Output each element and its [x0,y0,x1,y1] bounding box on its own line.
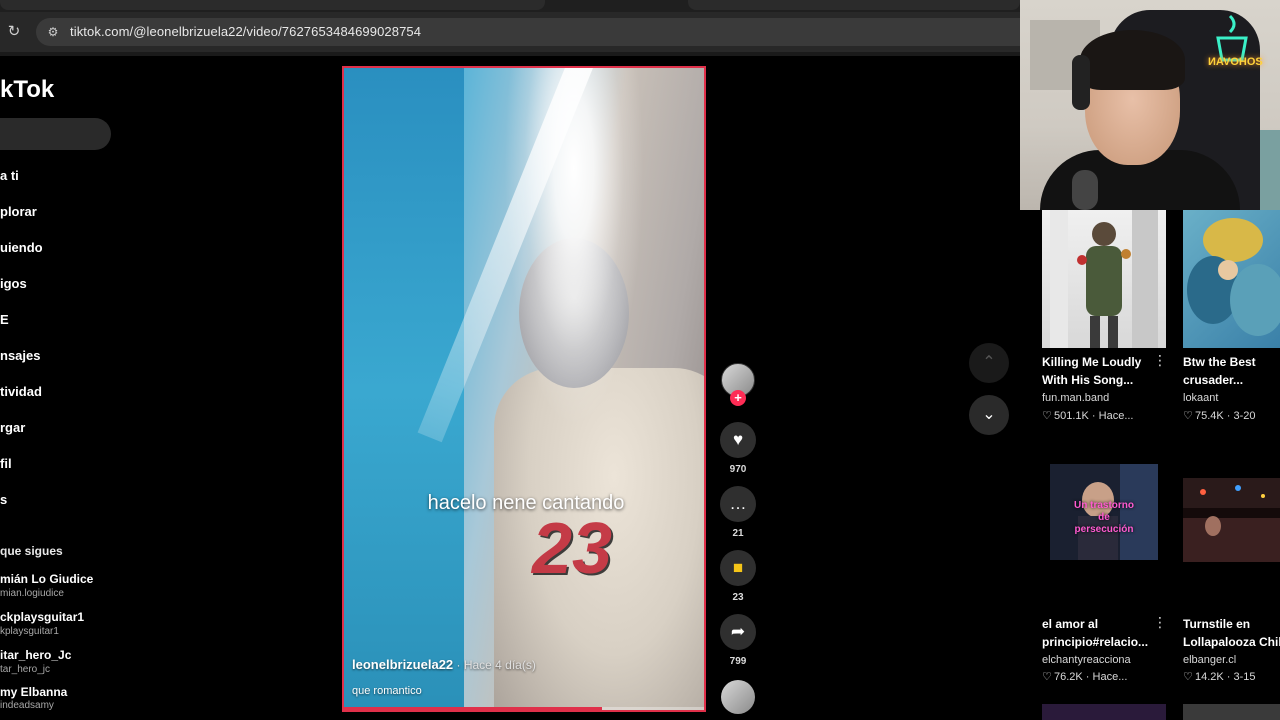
rec-thumbnail-image [1187,218,1280,336]
video-text-overlay: hacelo nene cantando [427,492,625,514]
following-account-handle: tar_hero_jc [0,664,51,675]
rec-thumbnail-overlay-text: Un trastorno de persecución [1074,500,1134,535]
rec-author[interactable]: lokaant [1183,392,1218,404]
comment-button[interactable]: … [720,486,756,522]
rec-thumbnail-image [1183,478,1280,562]
next-video-button[interactable]: ⌄ [969,395,1009,435]
search-input[interactable] [0,118,111,150]
video-description: que romantico [352,685,422,697]
rec-meta-text: 14.2K · 3-15 [1195,671,1256,683]
like-count: 970 [729,464,747,475]
rec-meta-text: 76.2K · Hace... [1054,671,1128,683]
share-icon: ➦ [730,622,746,641]
rec-title[interactable]: Btw the Best crusader... [1183,353,1280,389]
tab-other[interactable] [688,0,1020,10]
nav-more[interactable]: s [0,492,7,507]
rec-thumbnail[interactable] [1042,704,1166,720]
following-account-handle: kplaysguitar1 [0,626,59,637]
bookmark-button[interactable]: ■ [720,550,756,586]
nav-for-you[interactable]: a ti [0,168,19,183]
following-account-name[interactable]: itar_hero_Jc [0,648,71,662]
follow-plus-icon[interactable]: + [730,390,746,406]
rec-meta: ♡ 14.2K · 3-15 [1183,670,1256,683]
rec-thumbnail[interactable] [1183,704,1280,720]
following-account-name[interactable]: my Elbanna [0,685,67,699]
video-author[interactable]: leonelbrizuela22 · Hace 4 día(s) [352,657,536,672]
nav-friends[interactable]: igos [0,276,27,291]
webcam-neon-cup [1216,14,1248,62]
more-options-icon[interactable]: ⋮ [1153,352,1167,369]
bookmark-count: 23 [732,592,744,603]
following-account-handle: indeadsamy [0,700,54,711]
screen: ↻ ⚙ tiktok.com/@leonelbrizuela22/video/7… [0,0,1280,720]
rec-author[interactable]: elbanger.cl [1183,654,1236,666]
heart-icon: ♡ [1042,671,1052,683]
rec-meta: ♡ 76.2K · Hace... [1042,670,1127,683]
sound-disc-avatar[interactable] [721,680,755,714]
site-info-icon[interactable]: ⚙ [45,24,61,40]
nav-profile[interactable]: fil [0,456,12,471]
tab-strip [0,0,1020,12]
webcam-microphone [1072,170,1098,210]
video-progress-fill [344,707,603,710]
rec-title[interactable]: Killing Me Loudly With His Song... [1042,353,1150,389]
toolbar-divider [0,52,1020,56]
video-player[interactable]: 23 hacelo nene cantando leonelbrizuela22… [342,66,706,712]
chevron-up-icon: ⌃ [982,354,996,371]
rec-thumbnail[interactable] [1183,210,1280,348]
rec-meta-text: 75.4K · 3-20 [1195,410,1256,422]
rec-thumbnail[interactable] [1042,210,1166,348]
webcam-person-hair [1080,30,1185,90]
reload-icon[interactable]: ↻ [5,23,23,41]
video-progress-bar[interactable] [344,707,704,710]
following-account-handle: mian.logiudice [0,588,64,599]
like-button[interactable]: ♥ [720,422,756,458]
address-bar[interactable]: ⚙ tiktok.com/@leonelbrizuela22/video/762… [36,18,1020,46]
rec-title[interactable]: el amor al principio#relacio... [1042,615,1150,651]
heart-icon: ♡ [1183,671,1193,683]
share-button[interactable]: ➦ [720,614,756,650]
url-text[interactable]: tiktok.com/@leonelbrizuela22/video/76276… [70,24,421,39]
nav-messages[interactable]: nsajes [0,348,40,363]
browser-toolbar: ↻ ⚙ tiktok.com/@leonelbrizuela22/video/7… [0,12,1020,52]
nav-upload[interactable]: rgar [0,420,25,435]
webcam-headset [1072,55,1090,110]
nav-activity[interactable]: tividad [0,384,42,399]
heart-icon: ♡ [1183,410,1193,422]
rec-meta: ♡ 75.4K · 3-20 [1183,409,1256,422]
following-account-name[interactable]: ckplaysguitar1 [0,610,84,624]
previous-video-button[interactable]: ⌃ [969,343,1009,383]
nav-live[interactable]: E [0,312,9,327]
rec-meta: ♡ 501.1K · Hace... [1042,409,1134,422]
following-heading: que sigues [0,544,63,558]
rec-author[interactable]: fun.man.band [1042,392,1109,404]
nav-following[interactable]: uiendo [0,240,43,255]
webcam-neon-sign: ИAVOHOS [1208,56,1263,68]
rec-meta-text: 501.1K · Hace... [1054,410,1134,422]
more-options-icon[interactable]: ⋮ [1153,614,1167,631]
webcam-overlay: ИAVOHOS [1020,0,1280,210]
tiktok-logo[interactable]: kTok [0,76,54,104]
rec-thumbnail[interactable] [1183,478,1280,562]
rec-title[interactable]: Turnstile en Lollapalooza Chil [1183,615,1280,651]
comment-count: 21 [732,528,744,539]
chevron-down-icon: ⌄ [982,406,996,423]
heart-icon: ♥ [732,430,744,449]
following-account-name[interactable]: mián Lo Giudice [0,572,93,586]
tab-active[interactable] [0,0,545,10]
rec-thumbnail[interactable]: Un trastorno de persecución [1050,464,1158,560]
heart-icon: ♡ [1042,410,1052,422]
video-author-name[interactable]: leonelbrizuela22 [352,657,453,672]
video-frame-jersey-number: 23 [532,509,613,589]
video-posted-time: · Hace 4 día(s) [453,658,536,672]
comment-icon: … [729,494,747,513]
bookmark-icon: ■ [732,558,744,577]
video-frame-light-flare [504,68,644,428]
rec-thumbnail-image [1050,210,1158,348]
share-count: 799 [729,656,747,667]
rec-author[interactable]: elchantyreacciona [1042,654,1131,666]
nav-explore[interactable]: plorar [0,204,37,219]
